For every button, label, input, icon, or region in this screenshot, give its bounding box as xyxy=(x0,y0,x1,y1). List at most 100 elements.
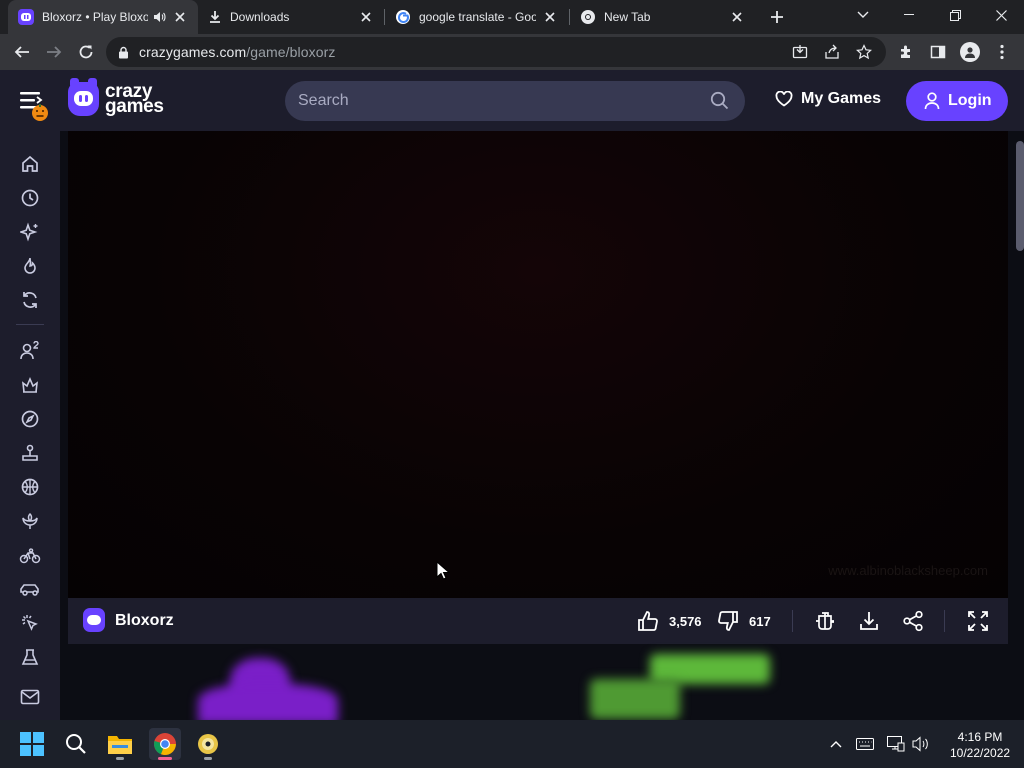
tab-title: google translate - Google Search xyxy=(419,10,536,24)
install-app-icon[interactable] xyxy=(790,42,810,62)
forward-button[interactable] xyxy=(41,39,67,65)
tab-close-icon[interactable] xyxy=(358,9,374,25)
tab-close-icon[interactable] xyxy=(542,9,558,25)
address-bar[interactable]: crazygames.com/game/bloxorz xyxy=(106,37,886,67)
tab-downloads[interactable]: Downloads xyxy=(198,0,384,34)
fullscreen-button[interactable] xyxy=(967,609,989,633)
fullscreen-icon xyxy=(968,611,988,631)
new-icon[interactable] xyxy=(18,220,42,244)
share-icon xyxy=(903,610,923,632)
tab-title: Bloxorz • Play Bloxorz xyxy=(42,10,148,24)
clock-date: 10/22/2022 xyxy=(950,746,1011,760)
action-icon[interactable] xyxy=(18,373,42,397)
heart-icon xyxy=(775,91,793,107)
taskbar-search-button[interactable] xyxy=(60,728,92,760)
game-watermark: www.albinoblacksheep.com xyxy=(828,563,988,578)
media-player-button[interactable] xyxy=(192,728,224,760)
profile-avatar[interactable] xyxy=(957,39,983,65)
reload-button[interactable] xyxy=(73,39,99,65)
logo-line-2: games xyxy=(105,96,164,117)
tab-close-icon[interactable] xyxy=(172,9,188,25)
show-hidden-icons-chevron-icon[interactable] xyxy=(826,734,846,754)
crazygames-logo[interactable]: crazy games xyxy=(68,78,164,117)
adventure-icon[interactable] xyxy=(18,407,42,431)
bar-divider xyxy=(944,610,945,632)
tab-search-chevron-icon[interactable] xyxy=(840,0,886,30)
game-thumbnail-purple xyxy=(198,684,338,720)
disc-icon xyxy=(198,734,218,754)
trending-icon[interactable] xyxy=(18,254,42,278)
windows-taskbar: 4:16 PM 10/22/2022 xyxy=(0,720,1024,768)
thumbs-down-icon xyxy=(718,611,738,631)
menu-toggle-button[interactable] xyxy=(18,88,52,124)
my-games-link[interactable]: My Games xyxy=(775,90,881,108)
audio-playing-icon[interactable] xyxy=(152,10,166,24)
updated-icon[interactable] xyxy=(18,288,42,312)
start-button[interactable] xyxy=(16,728,48,760)
browser-menu-icon[interactable] xyxy=(989,39,1015,65)
beauty-icon[interactable] xyxy=(18,509,42,533)
page-scrollbar[interactable] xyxy=(1016,141,1024,251)
person-icon xyxy=(960,42,980,62)
tab-google-translate[interactable]: google translate - Google Search xyxy=(385,0,568,34)
chrome-icon xyxy=(154,733,176,756)
volume-icon[interactable] xyxy=(911,734,931,754)
bug-icon xyxy=(816,612,834,630)
basketball-icon[interactable] xyxy=(18,475,42,499)
google-icon xyxy=(395,9,411,25)
folder-icon xyxy=(108,736,132,754)
minimize-button[interactable] xyxy=(886,0,932,30)
search-box[interactable] xyxy=(285,81,745,121)
download-icon xyxy=(860,612,878,630)
share-page-icon[interactable] xyxy=(822,42,842,62)
two-player-icon[interactable] xyxy=(18,339,42,363)
like-button[interactable]: 3,576 xyxy=(637,609,702,633)
active-indicator xyxy=(158,757,172,760)
file-explorer-button[interactable] xyxy=(104,728,136,760)
casual-icon[interactable] xyxy=(18,645,42,669)
clicker-icon[interactable] xyxy=(18,611,42,635)
back-button[interactable] xyxy=(9,39,35,65)
url-text[interactable]: crazygames.com/game/bloxorz xyxy=(139,44,335,60)
chrome-icon xyxy=(580,9,596,25)
tab-bloxorz[interactable]: Bloxorz • Play Bloxorz xyxy=(8,0,198,34)
search-icon[interactable] xyxy=(710,91,729,110)
tab-close-icon[interactable] xyxy=(729,9,745,25)
share-button[interactable] xyxy=(902,609,924,633)
close-window-button[interactable] xyxy=(978,0,1024,30)
bike-icon[interactable] xyxy=(18,543,42,567)
lock-icon[interactable] xyxy=(118,46,129,59)
extensions-icon[interactable] xyxy=(893,39,919,65)
game-thumbnail-green xyxy=(590,679,680,719)
contact-icon[interactable] xyxy=(18,685,42,709)
report-bug-button[interactable] xyxy=(814,609,836,633)
browser-tab-strip: Bloxorz • Play Bloxorz Downloads google … xyxy=(0,0,1024,34)
bookmark-star-icon[interactable] xyxy=(854,42,874,62)
arcade-icon[interactable] xyxy=(18,441,42,465)
clock-time: 4:16 PM xyxy=(957,730,1003,744)
bar-divider xyxy=(792,610,793,632)
windows-logo-icon xyxy=(20,732,44,756)
tab-new-tab[interactable]: New Tab xyxy=(570,0,755,34)
related-games-preview[interactable] xyxy=(60,644,1008,720)
login-button[interactable]: Login xyxy=(906,81,1008,121)
recent-icon[interactable] xyxy=(18,186,42,210)
side-panel-icon[interactable] xyxy=(925,39,951,65)
game-canvas[interactable]: www.albinoblacksheep.com xyxy=(68,131,1008,598)
new-tab-button[interactable] xyxy=(765,6,789,28)
dislike-count: 617 xyxy=(749,613,771,629)
search-input[interactable] xyxy=(298,92,698,110)
system-clock[interactable]: 4:16 PM 10/22/2022 xyxy=(950,729,1010,761)
hamburger-icon xyxy=(20,92,48,121)
chrome-taskbar-button[interactable] xyxy=(149,728,181,760)
restore-button[interactable] xyxy=(932,0,978,30)
keyboard-icon[interactable] xyxy=(855,734,875,754)
login-label: Login xyxy=(948,92,992,109)
network-icon[interactable] xyxy=(886,734,906,754)
car-icon[interactable] xyxy=(18,577,42,601)
user-icon xyxy=(924,92,940,110)
dislike-button[interactable]: 617 xyxy=(717,609,771,633)
game-page: www.albinoblacksheep.com Bloxorz 3,576 6… xyxy=(60,131,1024,720)
home-icon[interactable] xyxy=(18,152,42,176)
download-button[interactable] xyxy=(858,609,880,633)
